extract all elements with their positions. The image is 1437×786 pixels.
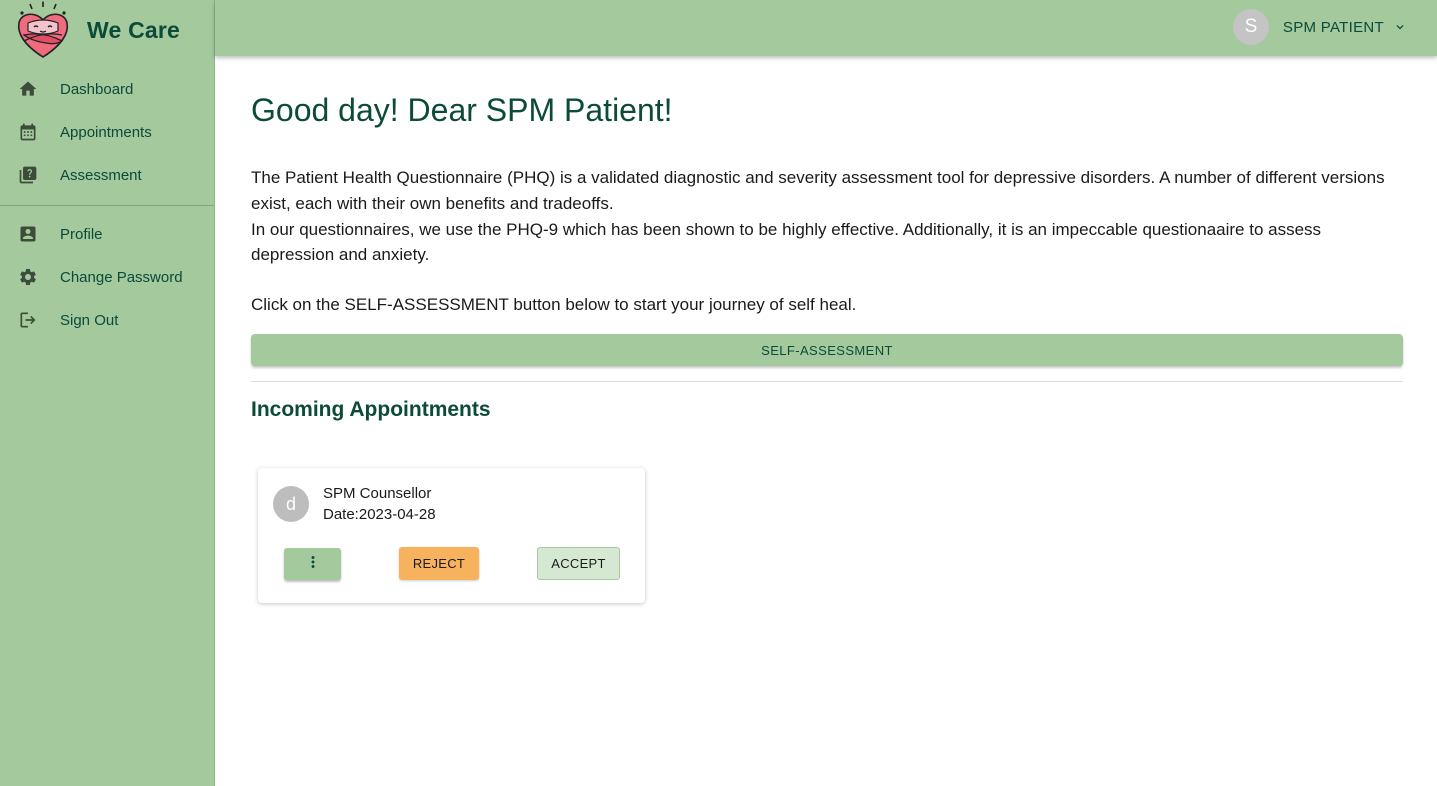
sidebar-item-label: Profile: [60, 225, 103, 243]
avatar: S: [1232, 9, 1269, 45]
sidebar-item-label: Appointments: [60, 123, 152, 141]
page-title: Good day! Dear SPM Patient!: [251, 92, 673, 128]
section-divider: [251, 381, 1403, 382]
self-assessment-button[interactable]: SELF-ASSESSMENT: [251, 334, 1403, 366]
sidebar-item-label: Assessment: [60, 166, 142, 184]
logout-icon: [18, 310, 38, 330]
sidebar: We Care Dashboard Appointments Assessmen…: [0, 0, 215, 786]
top-app-bar: S SPM PATIENT: [215, 0, 1437, 56]
counsellor-name: SPM Counsellor: [323, 485, 432, 502]
intro-text: The Patient Health Questionnaire (PHQ) i…: [251, 165, 1403, 268]
gear-icon: [18, 267, 38, 287]
sidebar-item-assessment[interactable]: Assessment: [0, 155, 214, 195]
quiz-icon: [18, 165, 38, 185]
sidebar-item-profile[interactable]: Profile: [0, 214, 214, 254]
intro-paragraph: In our questionnaires, we use the PHQ-9 …: [251, 219, 1322, 265]
sidebar-item-sign-out[interactable]: Sign Out: [0, 300, 214, 340]
sidebar-item-label: Change Password: [60, 268, 183, 286]
cta-text: Click on the SELF-ASSESSMENT button belo…: [251, 295, 857, 314]
chevron-down-icon: [1393, 20, 1407, 34]
more-options-button[interactable]: [284, 548, 341, 580]
user-menu-button[interactable]: S SPM PATIENT: [1232, 8, 1407, 46]
user-name: SPM PATIENT: [1282, 18, 1384, 36]
intro-paragraph: The Patient Health Questionnaire (PHQ) i…: [251, 168, 1385, 213]
home-icon: [18, 79, 38, 99]
sidebar-divider: [0, 205, 214, 206]
appointment-card: d SPM Counsellor Date:2023-04-28 REJECT …: [258, 468, 645, 603]
accept-button[interactable]: ACCEPT: [537, 547, 620, 580]
reject-button[interactable]: REJECT: [399, 547, 479, 580]
profile-icon: [18, 224, 38, 244]
appointment-date: Date:2023-04-28: [323, 506, 436, 523]
brand-name: We Care: [87, 16, 181, 43]
more-vert-icon: [304, 553, 322, 576]
sidebar-item-label: Sign Out: [60, 311, 119, 329]
section-title: Incoming Appointments: [251, 398, 491, 421]
sidebar-item-appointments[interactable]: Appointments: [0, 112, 214, 152]
calendar-icon: [18, 122, 38, 142]
heart-logo-icon: [17, 1, 69, 58]
sidebar-item-dashboard[interactable]: Dashboard: [0, 69, 214, 109]
sidebar-item-change-password[interactable]: Change Password: [0, 257, 214, 297]
brand[interactable]: We Care: [16, 0, 180, 60]
sidebar-item-label: Dashboard: [60, 80, 134, 98]
avatar: d: [273, 486, 309, 522]
